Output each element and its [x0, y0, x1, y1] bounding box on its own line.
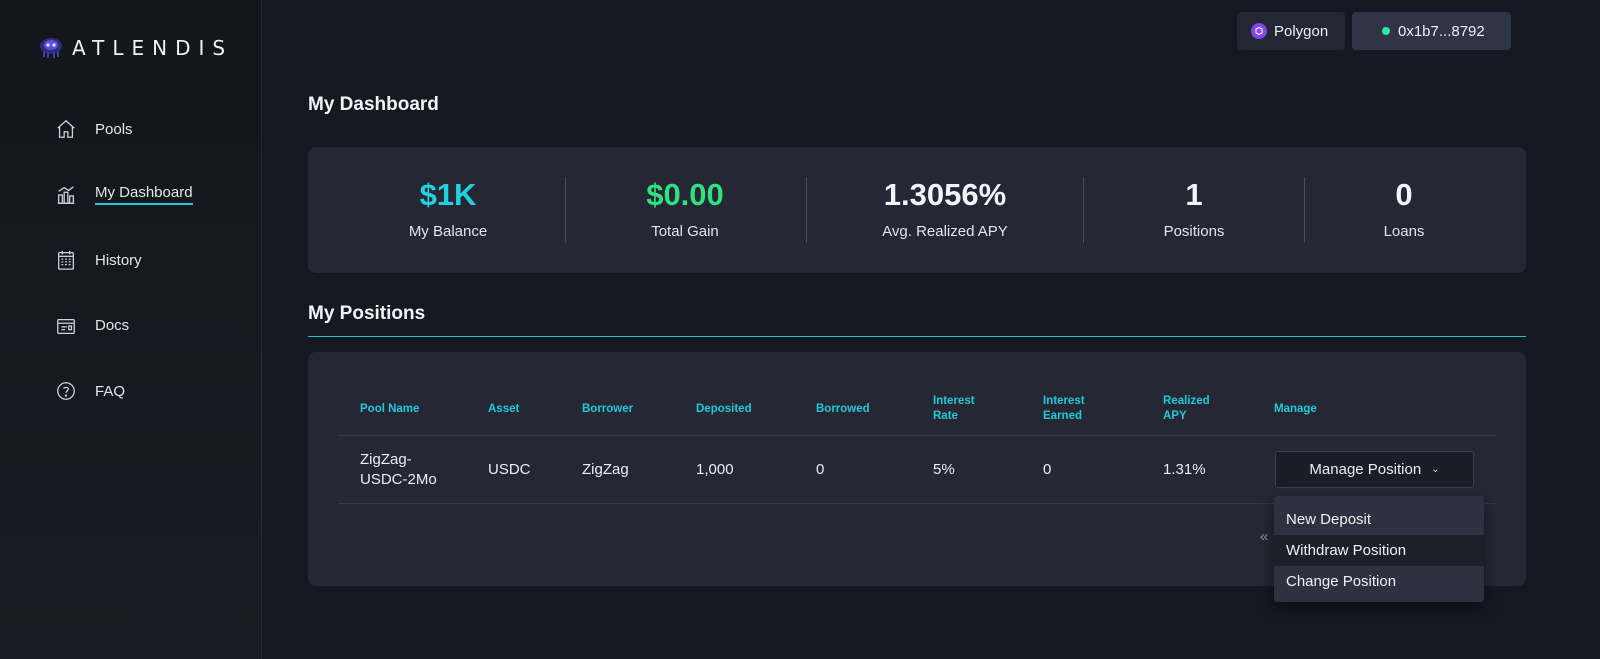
cell-realized-apy: 1.31% — [1163, 461, 1206, 478]
house-icon — [54, 117, 78, 141]
sidebar-item-label: Pools — [95, 120, 133, 138]
stat-divider — [1083, 177, 1084, 243]
section-title: My Positions — [308, 303, 426, 324]
stat-label: Loans — [1383, 223, 1425, 240]
cell-borrower: ZigZag — [582, 461, 629, 478]
column-header-interest-earned[interactable]: Interest Earned — [1043, 394, 1085, 424]
stat-avg-realized-apy: 1.3056% Avg. Realized APY — [855, 147, 1035, 273]
column-header-borrowed[interactable]: Borrowed — [816, 402, 870, 417]
cell-interest-earned: 0 — [1043, 461, 1052, 478]
stat-loans: 0 Loans — [1324, 147, 1484, 273]
stat-value: 1 — [1185, 177, 1203, 212]
document-box-icon — [54, 314, 78, 338]
column-header-borrower[interactable]: Borrower — [582, 402, 633, 417]
wallet-address-button[interactable]: 0x1b7...8792 — [1352, 12, 1511, 50]
brand-logo[interactable]: ATLENDIS — [38, 36, 233, 60]
chart-house-icon — [54, 183, 78, 207]
column-header-realized-apy[interactable]: Realized APY — [1163, 394, 1210, 424]
stat-value: $1K — [419, 177, 477, 212]
help-circle-icon — [54, 379, 78, 403]
atlendis-logo-icon — [40, 38, 62, 58]
column-header-manage: Manage — [1274, 403, 1317, 415]
section-divider — [308, 336, 1526, 337]
sidebar-item-label: History — [95, 251, 142, 269]
wallet-status-dot-icon — [1382, 27, 1390, 35]
calendar-icon — [54, 248, 78, 272]
stat-label: My Balance — [408, 223, 488, 240]
stats-card: $1K My Balance $0.00 Total Gain 1.3056% … — [308, 147, 1526, 273]
stat-label: Positions — [1163, 223, 1225, 240]
sidebar-item-history[interactable]: History — [54, 243, 193, 277]
cell-pool-name[interactable]: ZigZag- USDC-2Mo — [360, 450, 437, 490]
stat-label: Avg. Realized APY — [882, 223, 1008, 240]
sidebar-item-label: FAQ — [95, 382, 126, 400]
stat-value: 1.3056% — [883, 177, 1007, 212]
wallet-address: 0x1b7...8792 — [1398, 22, 1485, 40]
cell-interest-rate: 5% — [933, 461, 955, 478]
stat-value: $0.00 — [646, 177, 724, 212]
manage-position-menu: New Deposit Withdraw Position Change Pos… — [1274, 496, 1484, 602]
manage-position-label: Manage Position — [1309, 461, 1422, 478]
network-label: Polygon — [1274, 22, 1329, 40]
menu-item-change-position[interactable]: Change Position — [1274, 566, 1484, 597]
sidebar: ATLENDIS Pools My Dashboard History Docs… — [0, 0, 262, 659]
sidebar-item-faq[interactable]: FAQ — [54, 374, 193, 408]
brand-name: ATLENDIS — [72, 36, 234, 60]
manage-position-button[interactable]: Manage Position ⌄ — [1275, 451, 1474, 488]
app-root: ATLENDIS Pools My Dashboard History Docs… — [0, 0, 1600, 659]
sidebar-item-docs[interactable]: Docs — [54, 309, 193, 343]
sidebar-item-my-dashboard[interactable]: My Dashboard — [54, 178, 193, 212]
stat-divider — [1304, 177, 1305, 243]
stat-label: Total Gain — [651, 223, 719, 240]
table-header-divider — [338, 435, 1496, 436]
pagination-prev-icon[interactable]: « — [1260, 528, 1268, 545]
stat-my-balance: $1K My Balance — [368, 147, 528, 273]
stat-value: 0 — [1395, 177, 1413, 212]
sidebar-nav: Pools My Dashboard History Docs FAQ — [54, 112, 193, 440]
stat-divider — [806, 177, 807, 243]
cell-deposited: 1,000 — [696, 461, 734, 478]
stat-positions: 1 Positions — [1114, 147, 1274, 273]
menu-item-withdraw-position[interactable]: Withdraw Position — [1274, 535, 1484, 566]
sidebar-item-pools[interactable]: Pools — [54, 112, 193, 146]
column-header-pool-name[interactable]: Pool Name — [360, 402, 419, 417]
column-header-interest-rate[interactable]: Interest Rate — [933, 394, 975, 424]
column-header-asset[interactable]: Asset — [488, 402, 519, 417]
sidebar-item-label: My Dashboard — [95, 184, 193, 205]
sidebar-item-label: Docs — [95, 317, 130, 334]
cell-borrowed: 0 — [816, 461, 825, 478]
menu-item-new-deposit[interactable]: New Deposit — [1274, 504, 1484, 535]
polygon-icon — [1251, 23, 1267, 39]
network-selector-button[interactable]: Polygon — [1237, 12, 1345, 50]
cell-asset: USDC — [488, 461, 531, 478]
stat-total-gain: $0.00 Total Gain — [605, 147, 765, 273]
page-title: My Dashboard — [308, 94, 439, 115]
column-header-deposited[interactable]: Deposited — [696, 402, 752, 417]
stat-divider — [565, 177, 566, 243]
chevron-down-icon: ⌄ — [1431, 464, 1440, 475]
